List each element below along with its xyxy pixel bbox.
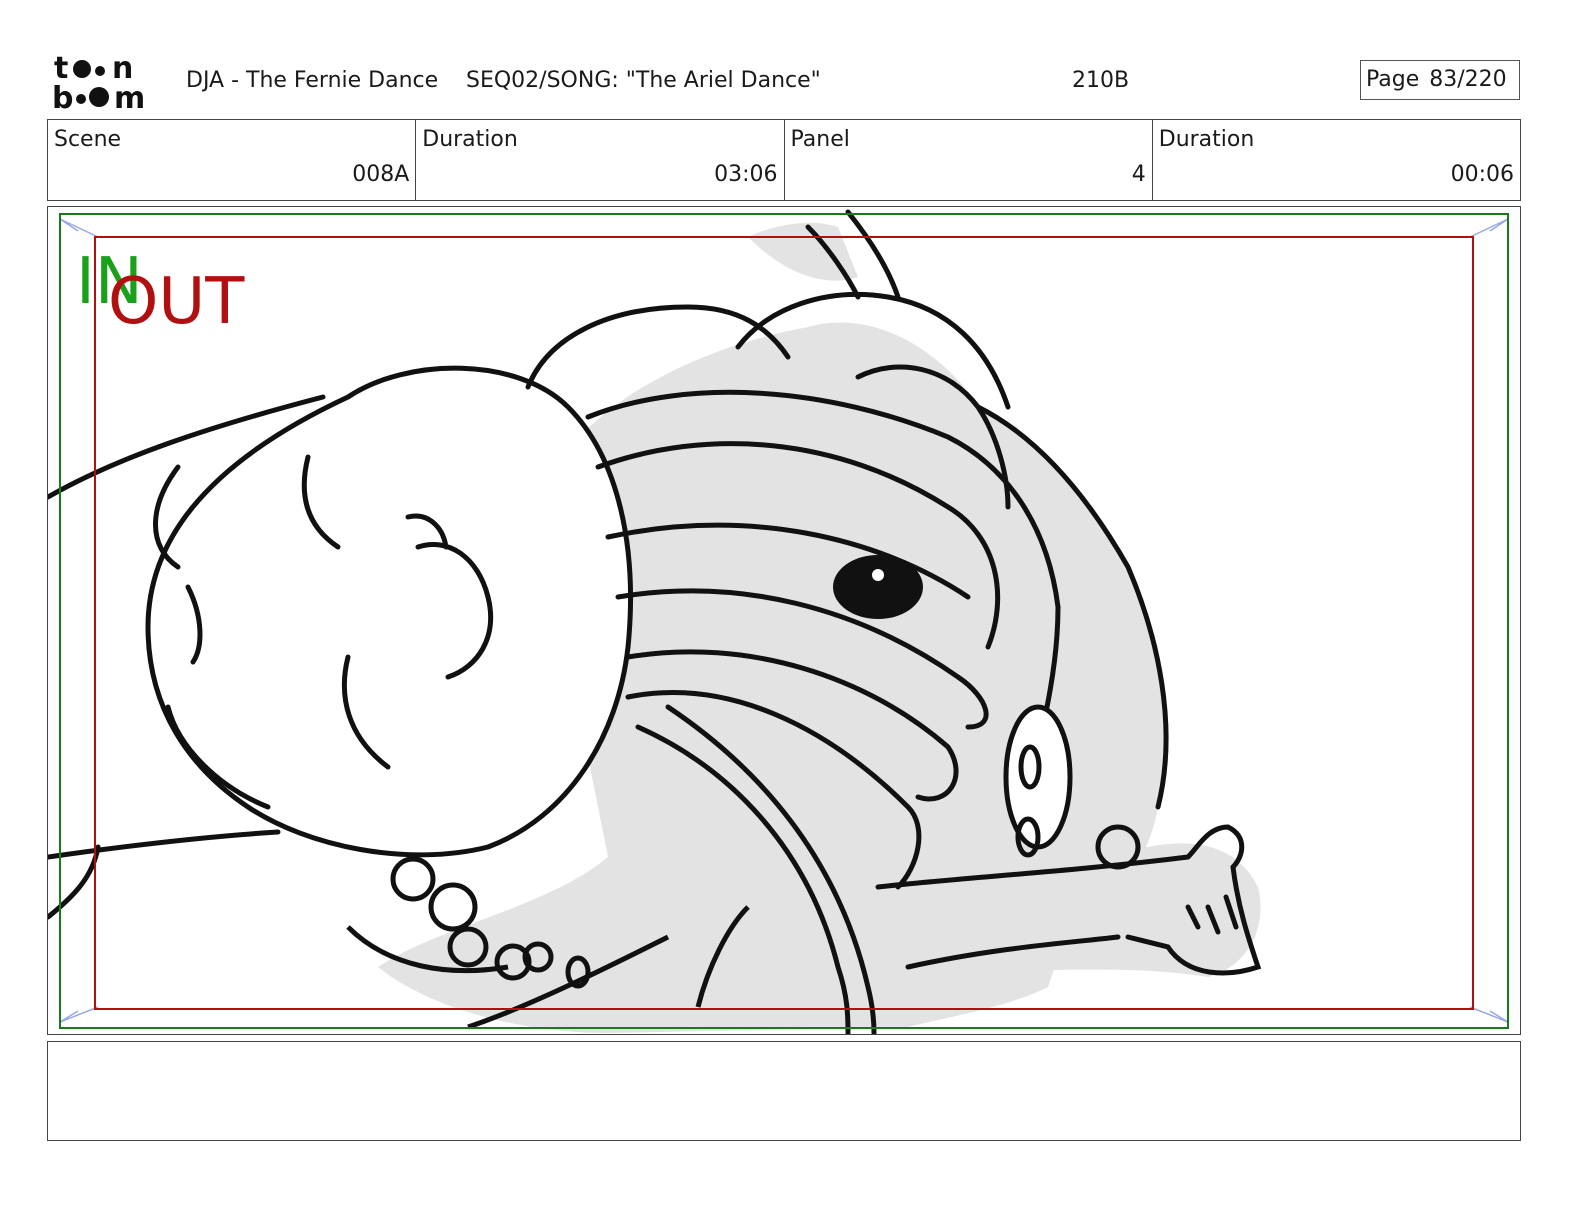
sketch-eye [833, 555, 923, 619]
panel-duration-value: 00:06 [1450, 162, 1514, 187]
notes-text [48, 1042, 1520, 1058]
scene-duration-value: 03:06 [714, 162, 778, 187]
panel-drawing: IN OUT [48, 209, 1509, 1034]
out-label: OUT [108, 265, 245, 339]
panel-duration-cell: Duration 00:06 [1153, 120, 1520, 200]
toon-boom-logo: t n b m [52, 52, 145, 112]
page-number: 83/220 [1429, 67, 1507, 92]
scene-label: Scene [54, 127, 122, 152]
info-row: Scene 008A Duration 03:06 Panel 4 Durati… [47, 119, 1521, 201]
sequence-title: SEQ02/SONG: "The Ariel Dance" [466, 68, 821, 93]
notes-box[interactable] [47, 1041, 1521, 1141]
scene-duration-cell: Duration 03:06 [416, 120, 785, 200]
page-indicator: Page 83/220 [1360, 60, 1520, 100]
page-label: Page [1366, 67, 1420, 92]
panel-label: Panel [790, 127, 850, 152]
storyboard-panel: IN OUT [47, 206, 1521, 1035]
scene-code: 210B [1072, 68, 1130, 93]
project-title: DJA - The Fernie Dance [186, 68, 439, 93]
scene-cell: Scene 008A [48, 120, 417, 200]
scene-value: 008A [352, 162, 410, 187]
scene-duration-label: Duration [422, 127, 518, 152]
panel-cell: Panel 4 [785, 120, 1153, 200]
svg-text:b: b [52, 81, 73, 112]
panel-duration-label: Duration [1158, 127, 1255, 152]
panel-value: 4 [1131, 162, 1146, 187]
svg-text:m: m [114, 81, 145, 112]
